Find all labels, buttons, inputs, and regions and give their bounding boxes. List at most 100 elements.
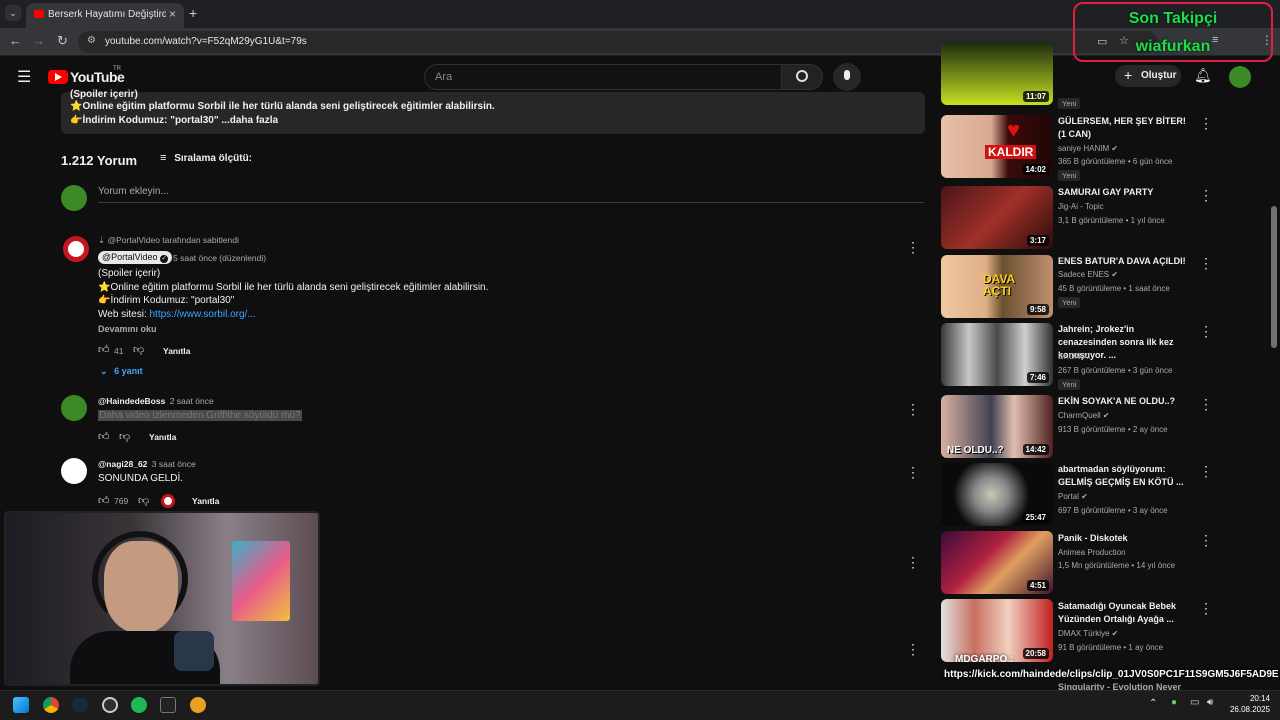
- tray-network-icon[interactable]: ▭: [1190, 697, 1199, 708]
- user-avatar: [61, 185, 87, 211]
- video-title[interactable]: Panik - Diskotek: [1058, 532, 1193, 545]
- site-info-icon[interactable]: ⚙: [87, 35, 96, 46]
- back-icon[interactable]: ←: [9, 33, 22, 48]
- tab-list-button[interactable]: ⌄: [5, 5, 21, 21]
- video-menu-icon[interactable]: ⋮: [1199, 600, 1213, 617]
- browser-tab[interactable]: Berserk Hayatımı Değiştirdi. - Yo ×: [26, 3, 184, 28]
- video-title[interactable]: GÜLERSEM, HER ŞEY BİTER! (1 CAN): [1058, 115, 1193, 141]
- like-icon[interactable]: 👍︎: [98, 343, 110, 356]
- video-title[interactable]: EKİN SOYAK'A NE OLDU..?: [1058, 395, 1193, 408]
- channel-name[interactable]: saniye HANIM ✔: [1058, 144, 1118, 153]
- tray-volume-icon[interactable]: 🔊︎: [1207, 697, 1213, 708]
- video-menu-icon[interactable]: ⋮: [1199, 115, 1213, 132]
- sort-button[interactable]: ≡ Sıralama ölçütü:: [160, 152, 252, 164]
- comment-menu-icon[interactable]: ⋮: [906, 641, 920, 658]
- create-button[interactable]: + Oluştur: [1115, 65, 1181, 87]
- search-button[interactable]: [781, 64, 823, 90]
- video-thumbnail[interactable]: 20:58: [941, 599, 1053, 662]
- reload-icon[interactable]: ↻: [57, 33, 68, 49]
- add-comment-input[interactable]: Yorum ekleyin...: [98, 186, 924, 203]
- video-thumbnail[interactable]: DAVA AÇTI 9:58: [941, 255, 1053, 318]
- read-more-link[interactable]: Devamını oku: [98, 324, 157, 334]
- dislike-icon[interactable]: 👎︎: [138, 494, 149, 507]
- comment-author[interactable]: @HaindedeBoss 2 saat önce: [98, 396, 214, 406]
- nagi-avatar[interactable]: [61, 458, 87, 484]
- voice-search-button[interactable]: [833, 63, 861, 91]
- taskbar-clock[interactable]: 20:14 26.08.2025: [1222, 693, 1270, 715]
- comment-text: (Spoiler içerir) ⭐Online eğitim platform…: [98, 268, 489, 320]
- channel-name[interactable]: Portal ✔: [1058, 492, 1088, 501]
- video-thumbnail[interactable]: NE OLDU..? 14:42: [941, 395, 1053, 458]
- video-menu-icon[interactable]: ⋮: [1199, 187, 1213, 204]
- show-more-link[interactable]: ...daha fazla: [221, 115, 278, 126]
- video-thumbnail[interactable]: 7:46: [941, 323, 1053, 386]
- video-title[interactable]: SAMURAI GAY PARTY: [1058, 186, 1193, 199]
- video-menu-icon[interactable]: ⋮: [1199, 463, 1213, 480]
- video-menu-icon[interactable]: ⋮: [1199, 532, 1213, 549]
- video-menu-icon[interactable]: ⋮: [1199, 396, 1213, 413]
- channel-name[interactable]: DMAX Türkiye ✔: [1058, 629, 1118, 638]
- like-icon[interactable]: 👍︎: [98, 494, 110, 507]
- channel-name[interactable]: Animea Production: [1058, 548, 1126, 557]
- video-menu-icon[interactable]: ⋮: [1199, 323, 1213, 340]
- view-replies-button[interactable]: ⌄ 6 yanıt: [100, 366, 143, 377]
- like-icon[interactable]: 👍︎: [98, 430, 110, 443]
- like-count: 41: [114, 346, 124, 356]
- channel-name[interactable]: Sadece ENES ✔: [1058, 270, 1118, 279]
- steam-icon[interactable]: [72, 697, 88, 713]
- video-thumbnail[interactable]: 3:17: [941, 186, 1053, 249]
- video-thumbnail[interactable]: 25:47: [941, 463, 1053, 526]
- obs-icon[interactable]: [102, 697, 118, 713]
- chrome-icon[interactable]: [43, 697, 59, 713]
- reply-button[interactable]: Yanıtla: [149, 432, 176, 442]
- thumbnail-text: NE OLDU..?: [947, 445, 1004, 456]
- comment-menu-icon[interactable]: ⋮: [906, 554, 920, 571]
- video-title[interactable]: abartmadan söylüyorum: GELMİŞ GEÇMİŞ EN …: [1058, 463, 1193, 489]
- verified-icon: ✔: [1111, 270, 1119, 279]
- last-follower-overlay: Son Takipçi wiafurkan: [1073, 2, 1273, 62]
- account-avatar[interactable]: [1229, 66, 1251, 88]
- comment-author[interactable]: @nagi28_62 3 saat önce: [98, 459, 196, 469]
- terminal-icon[interactable]: [160, 697, 176, 713]
- new-tab-button[interactable]: +: [189, 5, 197, 21]
- video-thumbnail[interactable]: ♥ KALDIR 14:02: [941, 115, 1053, 178]
- close-tab-icon[interactable]: ×: [169, 7, 176, 21]
- search-input[interactable]: Ara: [424, 64, 782, 90]
- microphone-device: [174, 631, 214, 671]
- website-link[interactable]: https://www.sorbil.org/...: [150, 309, 256, 320]
- channel-name[interactable]: EKONIX.: [1058, 352, 1090, 361]
- dislike-icon[interactable]: 👎︎: [133, 343, 144, 356]
- channel-name[interactable]: CharmQuell ✔: [1058, 411, 1110, 420]
- portalvideo-avatar[interactable]: [63, 236, 89, 262]
- clock-date: 26.08.2025: [1229, 705, 1270, 714]
- hamburger-menu-icon[interactable]: ☰: [17, 67, 31, 87]
- dislike-icon[interactable]: 👎︎: [119, 430, 130, 443]
- tray-chevron-icon[interactable]: ⌃: [1149, 698, 1157, 709]
- video-thumbnail[interactable]: 11:07: [941, 42, 1053, 105]
- video-description[interactable]: (Spoiler içerir) ⭐Online eğitim platform…: [61, 89, 925, 134]
- reply-button[interactable]: Yanıtla: [163, 346, 190, 356]
- forward-icon[interactable]: →: [32, 33, 45, 48]
- video-title[interactable]: ENES BATUR'A DAVA AÇILDI!: [1058, 255, 1193, 268]
- video-title[interactable]: Satamadığı Oyuncak Bebek Yüzünden Ortalı…: [1058, 600, 1193, 626]
- spotify-icon[interactable]: [131, 697, 147, 713]
- haindedeboss-avatar[interactable]: [61, 395, 87, 421]
- comment-menu-icon[interactable]: ⋮: [906, 464, 920, 481]
- reply-button[interactable]: Yanıtla: [192, 496, 219, 506]
- windows-start-icon[interactable]: [13, 697, 29, 713]
- sidebar-scrollbar[interactable]: [1271, 206, 1277, 348]
- search-icon: [796, 70, 808, 82]
- comment-menu-icon[interactable]: ⋮: [906, 239, 920, 256]
- overlay-title: Son Takipçi: [1128, 10, 1218, 27]
- comment-count: 1.212 Yorum: [61, 153, 138, 168]
- comment-author-chip[interactable]: @PortalVideo ✓: [98, 251, 173, 264]
- game-app-icon[interactable]: [190, 697, 206, 713]
- notifications-bell-icon[interactable]: 🔔︎: [1194, 67, 1212, 84]
- comment-menu-icon[interactable]: ⋮: [906, 401, 920, 418]
- verified-icon: ✔: [1102, 411, 1110, 420]
- poster-art: [232, 541, 290, 621]
- video-menu-icon[interactable]: ⋮: [1199, 255, 1213, 272]
- video-thumbnail[interactable]: 4:51: [941, 531, 1053, 594]
- tray-mic-icon[interactable]: ●: [1171, 697, 1177, 708]
- channel-name[interactable]: Jig-Ai - Topic: [1058, 202, 1104, 211]
